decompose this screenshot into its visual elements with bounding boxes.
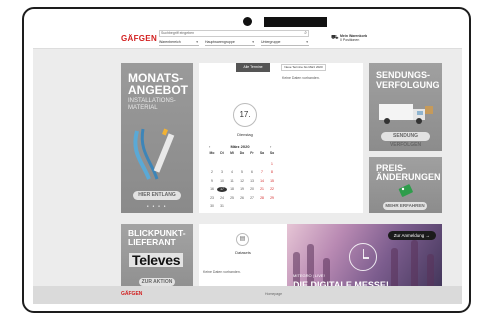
calendar-day[interactable]: 25 <box>227 196 237 200</box>
filter-untergruppe[interactable]: Untergruppe ▾ <box>261 39 309 46</box>
filter-warenbereich[interactable]: Warenbereich ▾ <box>159 39 199 46</box>
datasets-label: Datasets <box>235 250 251 255</box>
calendar-day[interactable]: 9 <box>207 179 217 183</box>
calendar-day[interactable]: 12 <box>237 179 247 183</box>
tile-title-line1: SENDUNGS- <box>376 70 431 80</box>
weekday-header: So <box>269 151 275 155</box>
cart-icon[interactable]: ⛟ <box>331 34 339 42</box>
tile-monatsangebot[interactable]: MONATS- ANGEBOT INSTALLATIONS- MATERIAL … <box>121 63 193 213</box>
chevron-down-icon: ▾ <box>252 40 254 44</box>
zur-aktion-button[interactable]: ZUR AKTION <box>139 278 175 286</box>
carousel-dots[interactable]: ● ● ● ● <box>121 204 193 208</box>
tile-subtitle-line2: MATERIAL <box>128 105 158 111</box>
weekday-header: Fr <box>250 151 254 155</box>
selected-day: 17. <box>233 103 257 127</box>
tile-subtitle-line1: INSTALLATIONS- <box>128 98 176 104</box>
calendar-day[interactable]: 15 <box>267 179 277 183</box>
calendar-day[interactable]: 10 <box>217 179 227 183</box>
calendar-day[interactable]: 13 <box>247 179 257 183</box>
truck-icon <box>379 104 433 124</box>
event-subtitle: MITEGRO | LIVE! <box>293 273 325 278</box>
month-title: März 2020 <box>230 144 250 149</box>
all-events-button[interactable]: Alle Termine <box>236 63 270 72</box>
calendar-day[interactable]: 18 <box>227 187 237 191</box>
calendar-day[interactable]: 1 <box>267 162 277 166</box>
calendar-day[interactable]: 28 <box>257 196 267 200</box>
register-button[interactable]: Zur Anmeldung → <box>387 231 436 240</box>
calendar-day[interactable]: 2 <box>207 170 217 174</box>
chevron-down-icon: ▾ <box>306 40 308 44</box>
top-bar: GÄFGEN Suchbegriff eingeben ⌕ Warenberei… <box>33 27 462 49</box>
weekday-header: Di <box>220 151 224 155</box>
filter-label: Untergruppe <box>261 40 281 44</box>
selected-weekday: Dienstag <box>237 132 253 137</box>
calendar-widget: Alle Termine Neue Termine bis März 2020 … <box>199 63 363 213</box>
tile-title-line2: LIEFERANT <box>128 237 176 247</box>
calendar-day[interactable]: 8 <box>267 170 277 174</box>
clock-icon <box>349 243 377 271</box>
calendar-day[interactable]: 27 <box>247 196 257 200</box>
calendar-day[interactable]: 16 <box>207 187 217 191</box>
sendung-verfolgen-button[interactable]: SENDUNG VERFOLGEN <box>381 132 430 148</box>
mehr-erfahren-button[interactable]: MEHR ERFAHREN <box>383 202 427 210</box>
weekday-header: Do <box>239 151 245 155</box>
brand-logo[interactable]: GÄFGEN <box>121 34 157 43</box>
calendar-day[interactable]: 3 <box>217 170 227 174</box>
device-frame: GÄFGEN Suchbegriff eingeben ⌕ Warenberei… <box>22 7 471 313</box>
footer: GÄFGEN Homepage <box>33 286 462 304</box>
weekday-header: Sa <box>259 151 265 155</box>
calendar-day[interactable]: 11 <box>227 179 237 183</box>
price-tag-icon <box>398 184 413 197</box>
search-area: Suchbegriff eingeben ⌕ Warenbereich ▾ Hau… <box>159 30 309 47</box>
filter-label: Hauptwarengruppe <box>205 40 235 44</box>
calendar-day[interactable]: 19 <box>237 187 247 191</box>
televes-logo: Televes <box>129 253 184 267</box>
redaction-bar <box>264 17 327 27</box>
calendar-day[interactable]: 30 <box>207 204 217 208</box>
no-data-text: Keine Daten vorhanden. <box>282 76 320 80</box>
prev-month-icon[interactable]: ‹ <box>209 144 210 149</box>
calendar-day[interactable]: 26 <box>237 196 247 200</box>
next-month-icon[interactable]: › <box>270 144 271 149</box>
tile-title-line1: BLICKPUNKT- <box>128 228 186 238</box>
calendar-day[interactable]: 6 <box>247 170 257 174</box>
calendar-day[interactable]: 7 <box>257 170 267 174</box>
calendar-day[interactable]: 4 <box>227 170 237 174</box>
calendar-day[interactable]: 20 <box>247 187 257 191</box>
footer-logo[interactable]: GÄFGEN <box>121 291 142 297</box>
cart-summary[interactable]: Mein Warenkorb 0 Positionen <box>340 34 367 42</box>
calendar-day[interactable]: 24 <box>217 196 227 200</box>
search-input[interactable]: Suchbegriff eingeben <box>159 30 309 37</box>
cart-count: 0 Positionen <box>340 38 360 42</box>
calendar-day[interactable]: 21 <box>257 187 267 191</box>
filter-label: Warenbereich <box>159 40 181 44</box>
calendar-day[interactable]: 17 <box>217 187 227 192</box>
weekday-header: Mi <box>230 151 234 155</box>
browser-screen: GÄFGEN Suchbegriff eingeben ⌕ Warenberei… <box>33 27 462 304</box>
footer-homepage-link[interactable]: Homepage <box>265 292 282 296</box>
cable-illustration <box>133 128 175 180</box>
tile-title-line2: ÄNDERUNGEN <box>376 172 441 182</box>
no-data-text: Keine Daten vorhanden. <box>203 270 241 274</box>
tile-title-line2: ANGEBOT <box>128 83 188 97</box>
calendar-day[interactable]: 5 <box>237 170 247 174</box>
tile-preisaenderungen[interactable]: PREIS- ÄNDERUNGEN MEHR ERFAHREN <box>369 157 442 213</box>
tile-title-line2: VERFOLGUNG <box>376 80 440 90</box>
camera-dot <box>243 17 252 26</box>
hier-entlang-button[interactable]: HIER ENTLANG <box>133 191 181 200</box>
chevron-down-icon: ▾ <box>196 40 198 44</box>
date-range-button[interactable]: Neue Termine bis März 2020 <box>281 64 326 71</box>
calendar-day[interactable]: 31 <box>217 204 227 208</box>
calendar-day[interactable]: 14 <box>257 179 267 183</box>
calendar-day[interactable]: 29 <box>267 196 277 200</box>
tile-sendungsverfolgung[interactable]: SENDUNGS- VERFOLGUNG SENDUNG VERFOLGEN <box>369 63 442 151</box>
search-icon[interactable]: ⌕ <box>304 30 307 36</box>
calendar-day[interactable]: 22 <box>267 187 277 191</box>
document-icon: ▤ <box>236 233 249 246</box>
filter-hauptwarengruppe[interactable]: Hauptwarengruppe ▾ <box>205 39 255 46</box>
calendar-day[interactable]: 23 <box>207 196 217 200</box>
weekday-header: Mo <box>209 151 215 155</box>
